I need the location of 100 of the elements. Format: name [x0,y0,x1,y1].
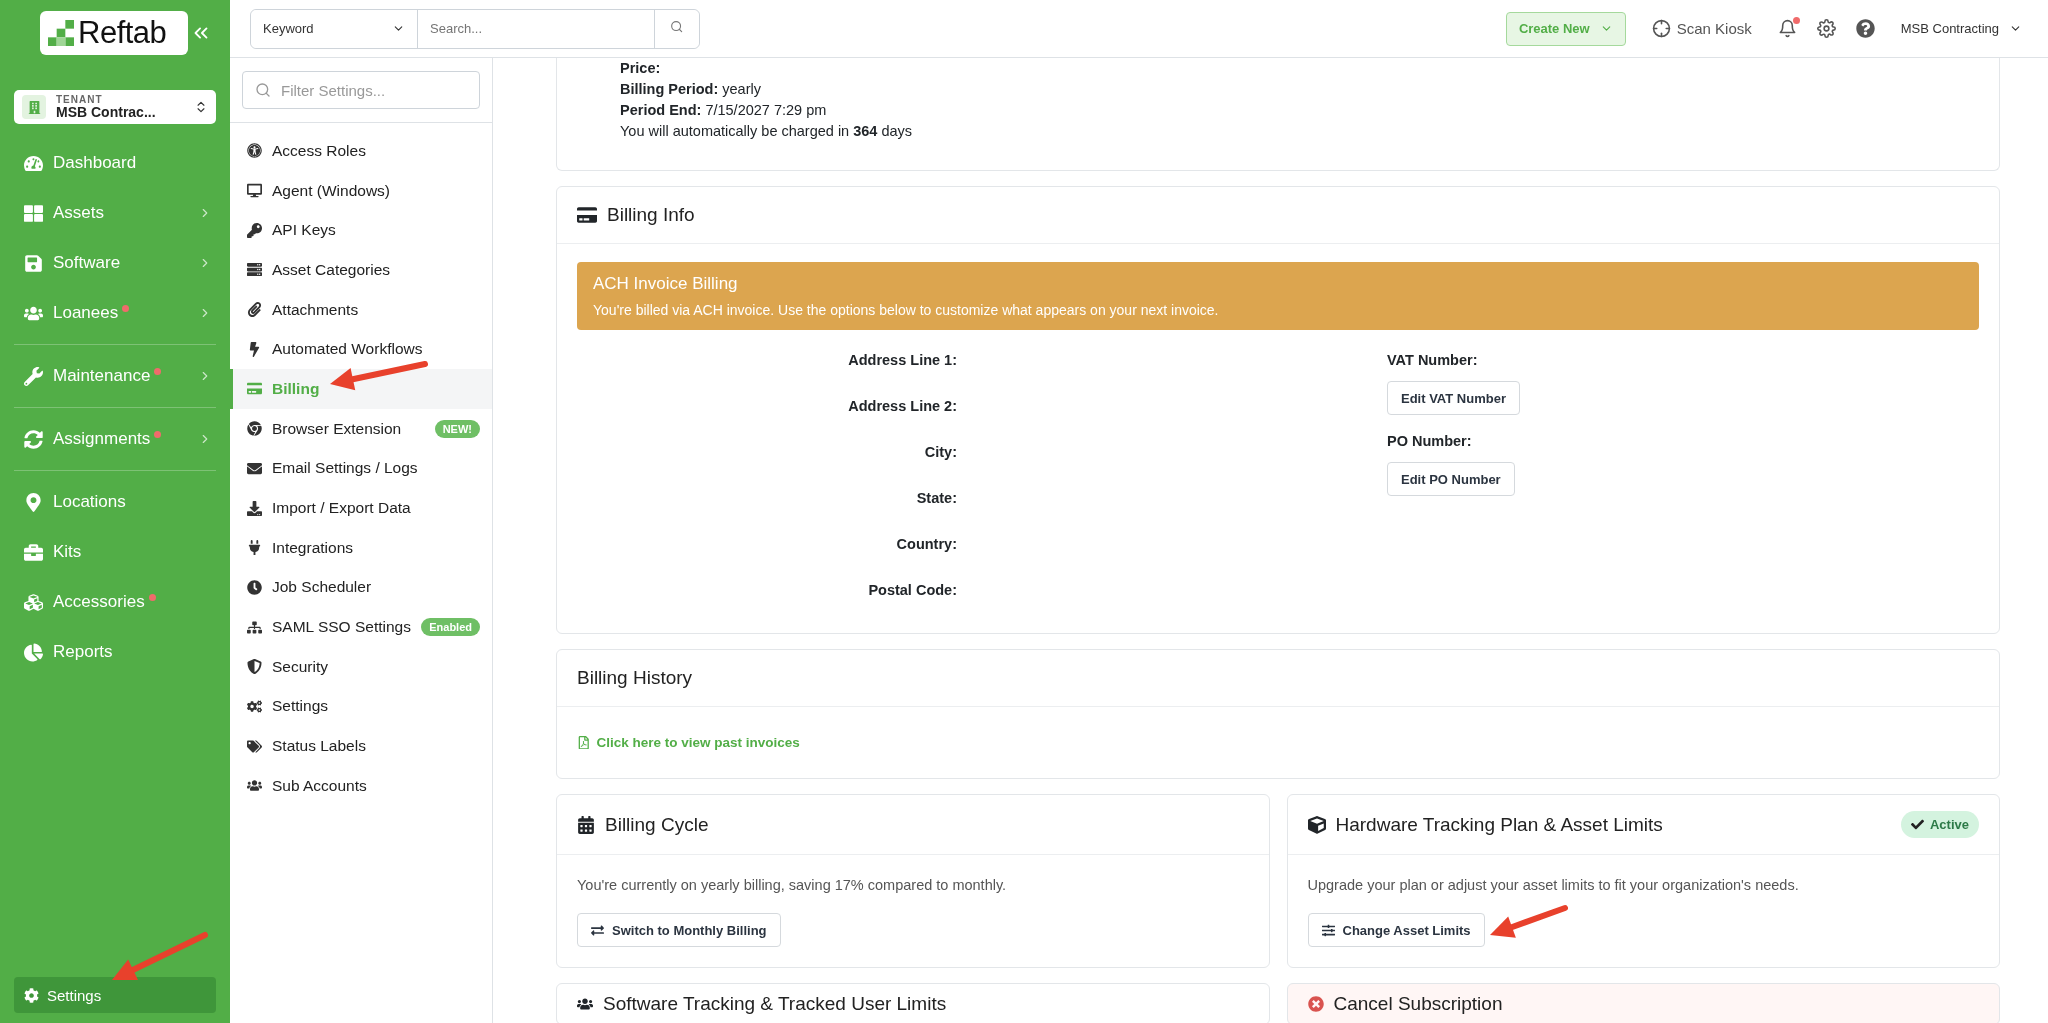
settings-link[interactable]: Settings [14,977,216,1013]
settings-menu-item[interactable]: Settings [230,686,492,727]
alert-title: ACH Invoice Billing [593,274,739,294]
field-label: City: [924,444,957,462]
field-label: Country: [896,536,957,554]
sync-icon [24,429,43,449]
map-pin-icon [24,492,43,512]
server-icon [247,262,262,278]
credit-card-icon [247,381,262,397]
building-icon [22,95,46,119]
grid-icon [24,203,43,223]
briefcase-icon [24,542,43,562]
field-label: PO Number: [1387,433,1472,451]
search-icon [255,82,271,98]
shield-icon [247,659,262,675]
credit-card-icon [577,205,597,225]
pie-chart-icon [24,642,43,662]
card-title: Billing Info [607,204,695,226]
lightning-icon [247,341,262,357]
change-limits-button[interactable]: Change Asset Limits [1307,913,1485,947]
card-description: Upgrade your plan or adjust your asset limits to fit your organization's needs. [1307,877,1799,893]
account-menu[interactable]: MSB Contracting [1894,20,2028,37]
settings-menu-item[interactable]: Automated Workflows [230,329,492,370]
logo-mark-icon [48,20,74,46]
wrench-icon [24,366,43,386]
settings-menu-item[interactable]: Agent (Windows) [230,170,492,211]
gears-icon [247,698,262,714]
settings-menu-item[interactable]: Browser Extension NEW! [230,408,492,449]
browser-icon [247,421,262,437]
alert-message: You're billed via ACH invoice. Use the options below to customize what appears on your next invoice. [593,302,1220,318]
summary-line: You will automatically be charged in 364 days [620,122,914,141]
file-icon [577,735,591,750]
logo-text: Reftab [78,15,167,51]
summary-line: Billing Period: yearly [620,80,762,99]
sitemap-icon [247,619,262,635]
card-title: Billing History [577,667,693,689]
field-label: Address Line 2: [848,398,957,416]
card-description: You're currently on yearly billing, saving 17% compared to monthly. [577,877,1007,893]
settings-menu-item[interactable]: Import / Export Data [230,488,492,528]
field-label: State: [916,490,957,508]
sliders-icon [1321,923,1335,937]
envelope-icon [247,460,262,476]
tenant-name: MSB Contrac... [56,105,157,119]
edit-button[interactable]: Edit PO Number [1387,462,1515,496]
edit-button[interactable]: Edit VAT Number [1387,381,1520,415]
users-icon [247,778,262,794]
status-badge: Enabled [421,618,480,637]
field-label: VAT Number: [1387,352,1478,370]
swap-icon [591,923,604,937]
tenant-label: TENANT [56,95,104,105]
card-title: Billing Cycle [605,813,709,836]
status-badge: Active [1900,811,1979,838]
crosshair-icon [1651,19,1671,38]
settings-menu-item[interactable]: Sub Accounts [230,766,492,806]
settings-menu-item[interactable]: SAML SSO Settings Enabled [230,607,492,647]
notifications-button[interactable] [1777,19,1797,38]
plug-icon [247,540,262,556]
card-title: Hardware Tracking Plan & Asset Limits [1335,813,1663,836]
card-title: Cancel Subscription [1333,992,1503,1015]
key-icon [247,222,262,238]
settings-icon [1816,19,1836,38]
calendar-icon [577,815,595,834]
download-icon [247,500,262,516]
paperclip-icon [247,302,262,318]
settings-menu-item[interactable]: Asset Categories [230,250,492,290]
card-title: Software Tracking & Tracked User Limits [603,992,947,1015]
gauge-icon [24,153,43,173]
scan-kiosk-link[interactable]: Scan Kiosk [1645,18,1758,39]
bell-icon [1777,19,1797,38]
filter-box[interactable]: Filter Settings... [242,71,480,109]
settings-menu-item[interactable]: Status Labels [230,726,492,766]
settings-menu-item[interactable]: Access Roles [230,131,492,171]
field-label: Postal Code: [868,582,957,600]
settings-menu-item[interactable]: Attachments [230,289,492,330]
summary-line: Price: [620,59,662,78]
help-icon [1855,19,1875,38]
settings-menu-item[interactable]: Job Scheduler [230,567,492,608]
cancel-icon [1307,995,1324,1012]
settings-button[interactable] [1816,19,1836,38]
cubes-icon [24,592,43,612]
help-button[interactable] [1855,19,1875,38]
cube-icon [1307,815,1326,834]
logo[interactable]: Reftab [40,11,188,55]
settings-menu-item[interactable]: Email Settings / Logs [230,448,492,489]
settings-icon [24,987,39,1003]
accessibility-icon [247,143,262,159]
field-label: Address Line 1: [848,352,957,370]
search-icon [670,20,684,34]
switch-billing-button[interactable]: Switch to Monthly Billing [577,913,781,947]
status-badge: NEW! [434,419,480,438]
search-bar[interactable]: Keyword Search... [250,8,700,49]
tenant-selector[interactable]: TENANT MSB Contrac... [14,90,216,124]
search-scope-dropdown[interactable]: Keyword [251,9,418,48]
tags-icon [247,738,262,754]
settings-menu-item[interactable]: Security [230,646,492,687]
monitor-icon [247,183,262,199]
settings-menu-item[interactable]: API Keys [230,210,492,251]
clock-icon [247,579,262,595]
check-icon [1910,818,1924,831]
settings-menu-item[interactable]: Integrations [230,527,492,568]
